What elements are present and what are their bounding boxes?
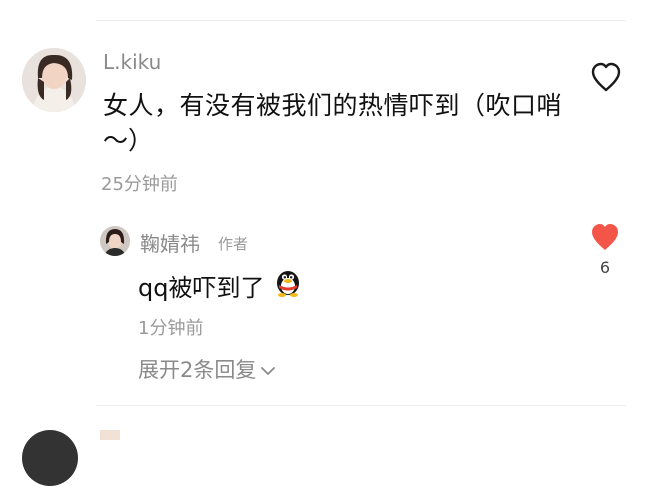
expand-replies-label: 展开2条回复 [138,358,257,382]
comment-text: 女人，有没有被我们的热情吓到（吹口哨 [103,91,563,120]
reply-text: qq被吓到了 [138,274,265,302]
avatar[interactable] [22,48,86,112]
comment-username[interactable]: L.kiku [103,50,161,74]
like-button[interactable] [590,62,622,92]
heart-filled-icon [592,224,618,250]
top-divider [96,20,626,21]
qq-penguin-emoji-icon [272,266,304,298]
like-count: 6 [599,258,611,277]
next-comment-avatar[interactable] [22,430,78,486]
reply-timestamp: 1分钟前 [138,318,204,339]
author-badge: 作者 [218,235,249,253]
heart-outline-icon [591,62,621,92]
reply-avatar[interactable] [100,226,130,256]
bottom-divider [96,405,626,406]
expand-replies-button[interactable]: 展开2条回复 [138,354,276,384]
comment-timestamp: 25分钟前 [101,174,178,195]
chevron-down-icon [261,367,276,375]
comment-text-continued: ～） [103,126,154,155]
next-comment-username-partial [100,430,120,440]
reply-username[interactable]: 鞠婧祎 [140,228,200,257]
reply-like-button[interactable]: 6 [588,222,622,277]
